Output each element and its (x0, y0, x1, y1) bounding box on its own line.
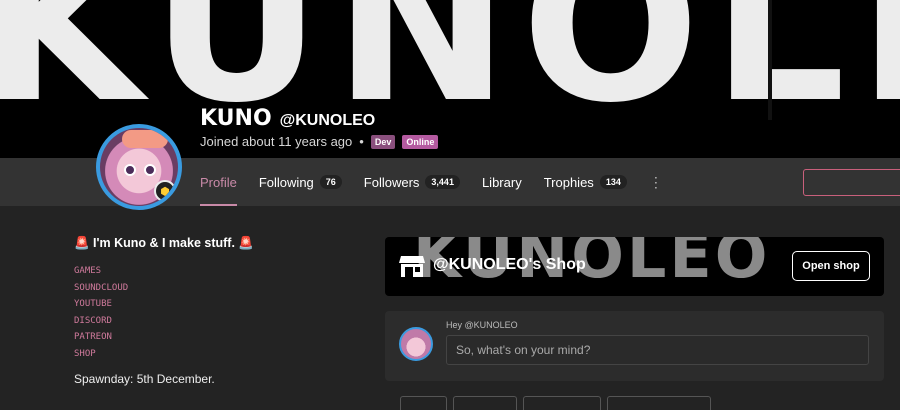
followers-count: 3,441 (425, 175, 460, 189)
online-badge: Online (402, 134, 439, 149)
compose-greeting: Hey @KUNOLEO (446, 320, 518, 330)
tab-label: Trophies (543, 174, 594, 190)
profile-tabs: Profile Following 76 Followers 3,441 Lib… (200, 158, 663, 206)
compose-avatar (399, 327, 433, 361)
bio-spawnday: Spawnday: 5th December. (74, 372, 215, 386)
tab-label: Followers (363, 174, 420, 190)
joined-date: Joined about 11 years ago (200, 134, 353, 149)
shop-icon (399, 256, 425, 277)
tab-followers[interactable]: Followers 3,441 (364, 158, 460, 206)
bio-link-patreon[interactable]: PATREON (74, 329, 314, 346)
bio-link-youtube[interactable]: YOUTUBE (74, 296, 314, 313)
following-count: 76 (319, 175, 342, 189)
filter-chip[interactable] (523, 396, 601, 410)
open-shop-button[interactable]: Open shop (792, 251, 870, 281)
dev-badge: Dev (370, 134, 396, 149)
tab-trophies[interactable]: Trophies 134 (544, 158, 627, 206)
tab-profile[interactable]: Profile (200, 158, 237, 206)
tab-label: Profile (200, 174, 237, 190)
tab-library[interactable]: Library (482, 158, 522, 206)
level-badge-icon: ⬢ (154, 180, 176, 202)
avatar-hand-art (122, 130, 168, 148)
display-name: KUNO (200, 106, 272, 131)
tab-following[interactable]: Following 76 (259, 158, 342, 206)
follow-button[interactable] (803, 169, 900, 196)
shop-card: KUNOLEO @KUNOLEO's Shop Open shop (385, 237, 884, 296)
bio-link-soundcloud[interactable]: SOUNDCLOUD (74, 280, 314, 297)
profile-bio: 🚨 I'm Kuno & I make stuff. 🚨 GAMES SOUND… (74, 236, 314, 386)
banner-divider (768, 0, 772, 120)
avatar-eye-right (144, 164, 156, 176)
bio-link-games[interactable]: GAMES (74, 263, 314, 280)
more-options-icon[interactable]: ⋮ (649, 158, 663, 206)
avatar-eye-left (124, 164, 136, 176)
shop-title: @KUNOLEO's Shop (433, 256, 586, 273)
profile-name-row: KUNO @KUNOLEO (200, 106, 375, 131)
profile-avatar[interactable]: ⬢ (96, 124, 182, 210)
compose-input[interactable] (446, 335, 869, 365)
trophies-count: 134 (599, 175, 627, 189)
bio-link-shop[interactable]: SHOP (74, 346, 314, 363)
post-filter-chips (400, 396, 711, 410)
meta-separator: • (359, 134, 364, 149)
bio-link-discord[interactable]: DISCORD (74, 313, 314, 330)
tab-label: Library (481, 174, 522, 190)
compose-post-card: Hey @KUNOLEO (385, 311, 884, 381)
filter-chip[interactable] (607, 396, 711, 410)
banner-logo-text: KUNOLEO (0, 0, 900, 149)
filter-chip[interactable] (453, 396, 517, 410)
username-handle: @KUNOLEO (279, 112, 376, 129)
tab-label: Following (258, 174, 314, 190)
bio-title: 🚨 I'm Kuno & I make stuff. 🚨 (74, 236, 254, 250)
profile-meta-row: Joined about 11 years ago • Dev Online (200, 134, 439, 149)
filter-chip[interactable] (400, 396, 447, 410)
